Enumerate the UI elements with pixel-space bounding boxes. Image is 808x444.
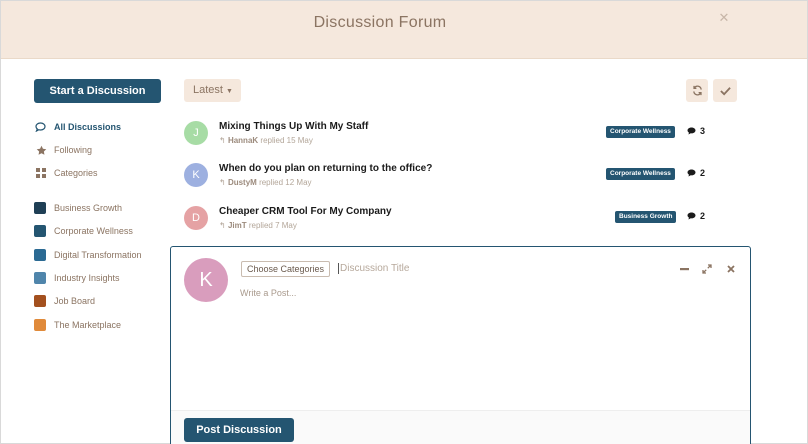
post-discussion-button[interactable]: Post Discussion	[184, 418, 294, 442]
category-tag[interactable]: Corporate Wellness	[606, 126, 675, 138]
comments-icon	[34, 122, 48, 132]
category-business-growth[interactable]: Business Growth	[34, 198, 122, 218]
discussion-composer: K Choose Categories Discussion Title Wri…	[170, 246, 751, 444]
category-label: Corporate Wellness	[54, 226, 133, 236]
category-job-board[interactable]: Job Board	[34, 291, 95, 311]
discussion-replied: replied 15 May	[260, 136, 313, 145]
header-bar: Discussion Forum ✕	[1, 1, 807, 59]
refresh-icon	[692, 85, 702, 96]
category-label: The Marketplace	[54, 320, 122, 330]
discussion-meta: ↰ DustyM replied 12 May	[219, 178, 312, 187]
refresh-button[interactable]	[686, 79, 708, 102]
discussion-row[interactable]: K When do you plan on returning to the o…	[184, 160, 739, 190]
expand-icon[interactable]	[700, 262, 714, 276]
discussion-meta: ↰ JimT replied 7 May	[219, 221, 297, 230]
sidebar-item-following[interactable]: Following	[34, 140, 92, 160]
sidebar-item-label: Categories	[54, 168, 98, 178]
star-icon	[34, 145, 48, 156]
start-discussion-button[interactable]: Start a Discussion	[34, 79, 161, 103]
category-tag[interactable]: Business Growth	[615, 211, 677, 223]
category-swatch	[34, 295, 46, 307]
mark-all-read-button[interactable]	[713, 79, 737, 102]
discussion-meta: ↰ HannaK replied 15 May	[219, 136, 313, 145]
minimize-icon[interactable]	[677, 262, 691, 276]
reply-count-value: 2	[700, 211, 706, 221]
discussion-row[interactable]: J Mixing Things Up With My Staff ↰ Hanna…	[184, 118, 739, 148]
category-label: Job Board	[54, 296, 96, 306]
category-swatch	[34, 319, 46, 331]
category-the-marketplace[interactable]: The Marketplace	[34, 315, 121, 335]
close-composer-icon[interactable]	[724, 262, 738, 276]
sidebar-item-all-discussions[interactable]: All Discussions	[34, 117, 121, 137]
discussion-user[interactable]: HannaK	[228, 136, 258, 145]
sidebar-item-label: Following	[54, 145, 93, 155]
category-swatch	[34, 272, 46, 284]
category-corporate-wellness[interactable]: Corporate Wellness	[34, 221, 133, 241]
composer-avatar: K	[184, 258, 228, 302]
category-label: Industry Insights	[54, 273, 120, 283]
post-body-input[interactable]: Write a Post...	[240, 288, 296, 298]
reply-icon: ↰	[219, 178, 226, 187]
page-title: Discussion Forum	[313, 14, 447, 31]
comment-icon	[687, 127, 696, 135]
composer-footer: Post Discussion	[171, 410, 750, 444]
sort-dropdown[interactable]: Latest ▼	[184, 79, 241, 102]
category-digital-transformation[interactable]: Digital Transformation	[34, 245, 142, 265]
discussion-row[interactable]: D Cheaper CRM Tool For My Company ↰ JimT…	[184, 203, 739, 233]
choose-categories-button[interactable]: Choose Categories	[241, 261, 331, 277]
category-swatch	[34, 202, 46, 214]
category-industry-insights[interactable]: Industry Insights	[34, 268, 120, 288]
category-tag[interactable]: Corporate Wellness	[606, 168, 675, 180]
forum-window: Discussion Forum ✕ Start a Discussion Al…	[0, 0, 808, 444]
reply-count: 3	[687, 126, 705, 136]
check-icon	[719, 86, 731, 96]
avatar: J	[184, 121, 208, 145]
discussion-title-input[interactable]: Discussion Title	[338, 263, 409, 274]
comment-icon	[687, 169, 696, 177]
avatar: K	[184, 163, 208, 187]
reply-icon: ↰	[219, 221, 226, 230]
sort-label: Latest	[193, 84, 223, 96]
comment-icon	[687, 212, 696, 220]
reply-count: 2	[687, 211, 705, 221]
discussion-title[interactable]: When do you plan on returning to the off…	[219, 163, 432, 174]
discussion-replied: replied 7 May	[248, 221, 297, 230]
reply-icon: ↰	[219, 136, 226, 145]
reply-count-value: 2	[700, 168, 706, 178]
close-icon[interactable]: ✕	[717, 9, 731, 27]
category-swatch	[34, 249, 46, 261]
sidebar-item-label: All Discussions	[54, 122, 122, 132]
category-label: Business Growth	[54, 203, 123, 213]
reply-count-value: 3	[700, 126, 706, 136]
category-label: Digital Transformation	[54, 250, 142, 260]
discussion-title[interactable]: Cheaper CRM Tool For My Company	[219, 206, 392, 217]
discussion-user[interactable]: DustyM	[228, 178, 257, 187]
sidebar-item-categories[interactable]: Categories	[34, 163, 98, 183]
discussion-replied: replied 12 May	[259, 178, 312, 187]
category-swatch	[34, 225, 46, 237]
caret-down-icon: ▼	[225, 88, 233, 95]
discussion-user[interactable]: JimT	[228, 221, 247, 230]
reply-count: 2	[687, 168, 705, 178]
avatar: D	[184, 206, 208, 230]
discussion-title[interactable]: Mixing Things Up With My Staff	[219, 121, 368, 132]
grid-icon	[34, 168, 48, 178]
